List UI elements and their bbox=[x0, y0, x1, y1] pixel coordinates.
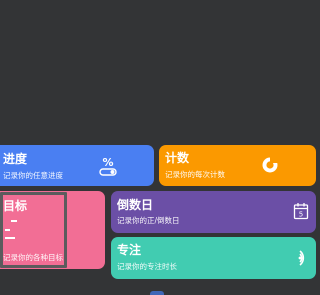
percent-toggle-icon: % bbox=[99, 156, 117, 176]
progress-card[interactable]: 进度 记录你的任意进度 % bbox=[0, 145, 154, 186]
focus-card-title: 专注 bbox=[117, 243, 142, 257]
count-card-title: 计数 bbox=[165, 151, 190, 165]
countdown-card-title: 倒数日 bbox=[117, 198, 154, 212]
svg-text:%: % bbox=[102, 156, 113, 169]
selection-highlight bbox=[0, 192, 67, 268]
svg-text:5: 5 bbox=[299, 211, 303, 219]
calendar-icon: 5 bbox=[293, 203, 309, 220]
countdown-card-subtitle: 记录你的正/倒数日 bbox=[117, 216, 180, 225]
focus-arc-icon bbox=[298, 250, 305, 266]
count-card[interactable]: 计数 记录你的每次计数 bbox=[159, 145, 316, 186]
progress-card-subtitle: 记录你的任意进度 bbox=[3, 171, 63, 180]
counter-ring-icon bbox=[262, 157, 278, 173]
focus-card-subtitle: 记录你的专注时长 bbox=[117, 262, 177, 271]
focus-card[interactable]: 专注 记录你的专注时长 bbox=[111, 237, 316, 279]
count-card-subtitle: 记录你的每次计数 bbox=[165, 170, 225, 179]
countdown-card[interactable]: 倒数日 记录你的正/倒数日 5 bbox=[111, 191, 316, 233]
page-indicator bbox=[150, 291, 164, 295]
progress-card-title: 进度 bbox=[3, 152, 28, 166]
